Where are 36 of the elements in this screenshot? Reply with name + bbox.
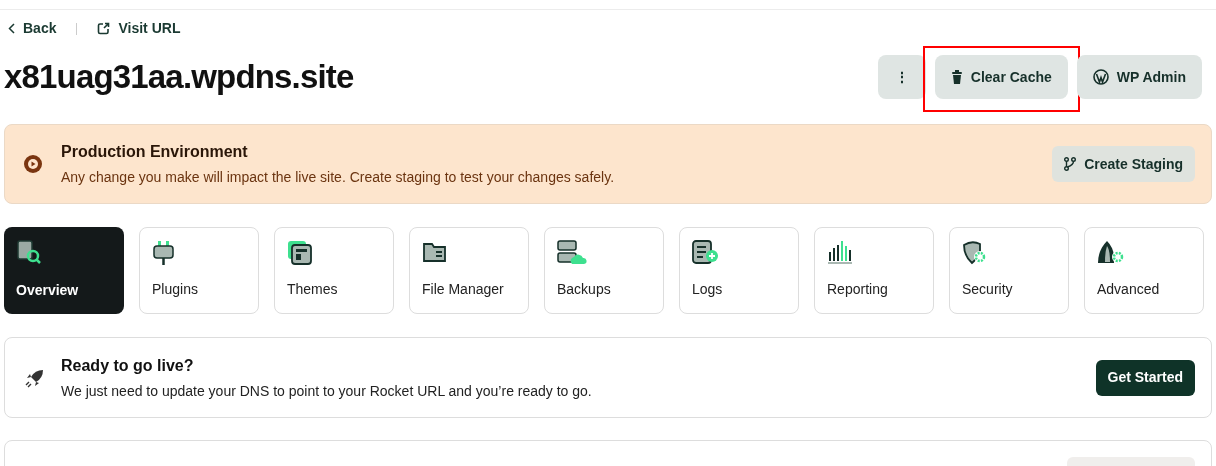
document-search-icon [16, 239, 42, 265]
create-staging-button[interactable]: Create Staging [1052, 146, 1195, 182]
list-plus-icon [692, 240, 720, 266]
folder-icon [422, 240, 448, 264]
section-tab[interactable]: Overview [4, 227, 124, 314]
plug-icon [152, 240, 176, 266]
clear-cache-button[interactable]: Clear Cache [934, 55, 1068, 99]
get-started-button[interactable]: Get Started [1095, 359, 1195, 396]
section-tab[interactable]: Advanced [1084, 227, 1204, 314]
section-tab[interactable]: Themes [274, 227, 394, 314]
external-link-icon [97, 22, 111, 35]
go-live-text: We just need to update your DNS to point to your Rocket URL and you’re ready to go. [61, 381, 593, 401]
rocket-icon [25, 367, 45, 388]
chevron-left-icon [8, 23, 15, 34]
wp-admin-button[interactable]: WP Admin [1076, 55, 1202, 99]
section-tab[interactable]: Logs [679, 227, 799, 314]
server-cloud-icon [557, 240, 587, 266]
section-tab[interactable]: Backups [544, 227, 664, 314]
visit-url-link[interactable]: Visit URL [97, 18, 181, 39]
wordpress-icon [1092, 69, 1109, 85]
branch-icon [1064, 157, 1077, 171]
rocket-gear-icon [1097, 240, 1127, 266]
back-link[interactable]: Back [8, 18, 57, 39]
play-icon [23, 154, 43, 174]
site-title: x81uag31aa.wpdns.site [4, 57, 354, 98]
bar-chart-icon [827, 240, 853, 264]
banner-text: Any change you make will impact the live site. Create staging to test your changes safely. [61, 168, 616, 187]
layout-icon [287, 240, 313, 266]
section-tab[interactable]: Reporting [814, 227, 934, 314]
section-tab[interactable]: Plugins [139, 227, 259, 314]
section-tab[interactable]: Security [949, 227, 1069, 314]
trash-icon [950, 70, 963, 84]
more-button[interactable]: ⋮ [877, 55, 926, 99]
go-live-title: Ready to go live? [61, 355, 195, 376]
section-tab[interactable]: File Manager [409, 227, 529, 314]
banner-title: Production Environment [61, 142, 249, 162]
